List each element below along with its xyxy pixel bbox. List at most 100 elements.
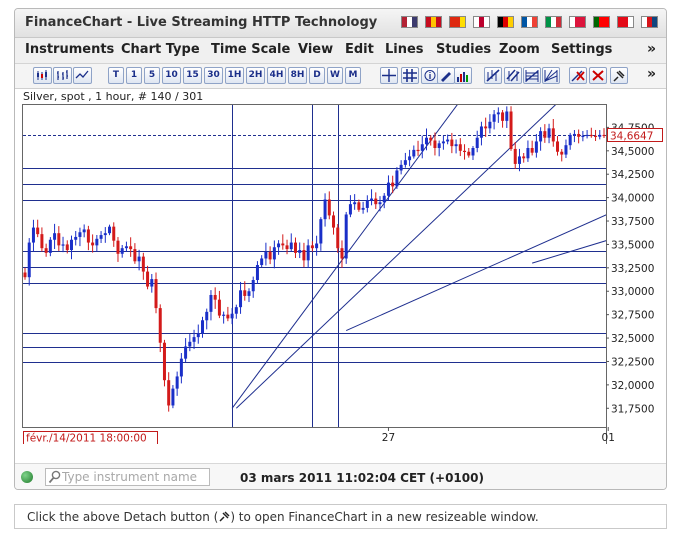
plot-area[interactable] — [22, 104, 667, 428]
delete-all-icon-glyph — [592, 70, 604, 81]
server-datetime: 03 mars 2011 11:02:04 CET (+0100) — [240, 471, 484, 485]
parallel-lines-icon-glyph — [506, 69, 520, 82]
app-title: FinanceChart - Live Streaming HTTP Techn… — [25, 15, 378, 30]
search-icon — [48, 470, 61, 484]
instrument-search-box[interactable] — [45, 468, 210, 486]
menu-lines[interactable]: Lines — [385, 42, 424, 57]
toolbar: T 1 5 10 15 30 1H 2H 4H 8H D W M» — [15, 64, 666, 89]
y-tick-label-4: 33,7500 — [611, 216, 654, 228]
timeframe-8h-button[interactable]: 8H — [288, 67, 307, 84]
y-tick-label-12: 31,7500 — [611, 403, 654, 415]
trendline-icon-glyph — [486, 69, 500, 82]
menu-instruments[interactable]: Instruments — [25, 42, 114, 57]
y-tick-label-2: 34,2500 — [611, 169, 654, 181]
x-tick-label-0: 27 — [382, 432, 395, 444]
timeframe-m-button[interactable]: M — [345, 67, 361, 84]
volume-bars-icon[interactable] — [454, 67, 472, 84]
menu-bar: Instruments Chart Type Time Scale View E… — [15, 38, 666, 64]
cn-flag-icon[interactable] — [449, 16, 466, 28]
y-tick-label-9: 32,5000 — [611, 333, 654, 345]
timeframe-30-button[interactable]: 30 — [204, 67, 223, 84]
trendline-icon[interactable] — [484, 67, 502, 84]
y-tick-label-3: 34,0000 — [611, 193, 654, 205]
detach-icon[interactable] — [610, 67, 628, 84]
x-tick-label-1: 01 — [602, 432, 615, 444]
de-flag-icon[interactable] — [497, 16, 514, 28]
delete-last-icon[interactable] — [569, 67, 587, 84]
ohlc-bars-icon[interactable] — [53, 67, 72, 84]
crosshair-icon-glyph — [382, 69, 396, 82]
detach-hint-text-before: Click the above Detach button ( — [27, 510, 219, 524]
chart-area[interactable]: 34,750034,500034,250034,000033,750033,50… — [22, 104, 667, 458]
candle-76 — [344, 211, 348, 264]
cursor-date-label: févr./14/2011 18:00:00 — [26, 433, 147, 445]
y-tick-label-5: 33,5000 — [611, 239, 654, 251]
menu-chart-type[interactable]: Chart Type — [121, 42, 200, 57]
timeframe-5-button[interactable]: 5 — [144, 67, 160, 84]
pt-flag-icon[interactable] — [593, 16, 610, 28]
timeframe-10-button[interactable]: 10 — [162, 67, 181, 84]
cz-flag-icon[interactable] — [641, 16, 658, 28]
y-tick-label-7: 33,0000 — [611, 286, 654, 298]
timeframe-1-button[interactable]: 1 — [126, 67, 142, 84]
grid-icon[interactable] — [401, 67, 419, 84]
timeframe-15-button[interactable]: 15 — [183, 67, 202, 84]
toolbar-more-chevron-icon[interactable]: » — [647, 66, 656, 82]
y-tick-label-1: 34,5000 — [611, 146, 654, 158]
timeframe-1h-button[interactable]: 1H — [225, 67, 244, 84]
price-chart[interactable]: 34,750034,500034,250034,000033,750033,50… — [22, 104, 667, 458]
y-tick-label-6: 33,2500 — [611, 263, 654, 275]
it-flag-icon[interactable] — [545, 16, 562, 28]
menu-settings[interactable]: Settings — [551, 42, 612, 57]
candle-33 — [162, 339, 166, 387]
detach-hint-text-after: ) to open FinanceChart in a new resizeab… — [230, 510, 539, 524]
timeframe-2h-button[interactable]: 2H — [246, 67, 265, 84]
parallel-lines-icon[interactable] — [504, 67, 522, 84]
instrument-search-input[interactable] — [62, 469, 207, 485]
gann-icon-glyph — [544, 69, 558, 82]
plot-frame — [22, 104, 607, 428]
fibonacci-icon-glyph — [525, 70, 539, 82]
detach-pin-icon — [219, 511, 230, 522]
menu-time-scale[interactable]: Time Scale — [211, 42, 290, 57]
detach-icon-glyph — [613, 70, 625, 82]
chart-instrument-label: Silver, spot , 1 hour, # 140 / 301 — [23, 90, 204, 103]
menu-view[interactable]: View — [298, 42, 333, 57]
timeframe-t-button[interactable]: T — [108, 67, 124, 84]
jp-flag-icon[interactable] — [473, 16, 490, 28]
status-bar: 03 mars 2011 11:02:04 CET (+0100) — [15, 463, 666, 489]
gann-icon[interactable] — [542, 67, 560, 84]
volume-bars-icon-glyph — [457, 72, 468, 82]
fr-flag-icon[interactable] — [521, 16, 538, 28]
fibonacci-icon[interactable] — [523, 67, 541, 84]
ohlc-bars-icon-glyph — [57, 70, 68, 80]
es-flag-icon[interactable] — [425, 16, 442, 28]
menu-edit[interactable]: Edit — [345, 42, 374, 57]
delete-all-icon[interactable] — [589, 67, 607, 84]
timeframe-d-button[interactable]: D — [309, 67, 325, 84]
menu-studies[interactable]: Studies — [436, 42, 491, 57]
info-icon-glyph — [424, 70, 436, 81]
tr-flag-icon[interactable] — [617, 16, 634, 28]
pen-icon-glyph — [441, 72, 451, 82]
timeframe-w-button[interactable]: W — [327, 67, 343, 84]
y-tick-label-8: 32,7500 — [611, 310, 654, 322]
candlestick-icon[interactable] — [33, 67, 52, 84]
menu-zoom[interactable]: Zoom — [499, 42, 540, 57]
timeframe-4h-button[interactable]: 4H — [267, 67, 286, 84]
candle-115 — [509, 106, 513, 151]
us-flag-icon[interactable] — [401, 16, 418, 28]
delete-last-icon-glyph — [571, 70, 585, 82]
pl-flag-icon[interactable] — [569, 16, 586, 28]
financechart-window: FinanceChart - Live Streaming HTTP Techn… — [14, 8, 667, 490]
detach-hint: Click the above Detach button ( ) to open… — [14, 504, 667, 529]
grid-icon-glyph — [403, 69, 417, 82]
menu-more-chevron-icon[interactable]: » — [647, 41, 656, 57]
line-chart-icon[interactable] — [73, 67, 92, 84]
title-bar: FinanceChart - Live Streaming HTTP Techn… — [15, 9, 666, 38]
pen-icon[interactable] — [437, 67, 455, 84]
language-flags — [401, 16, 658, 28]
connection-status-icon — [21, 471, 33, 483]
crosshair-icon[interactable] — [380, 67, 398, 84]
line-chart-icon-glyph — [75, 70, 89, 79]
